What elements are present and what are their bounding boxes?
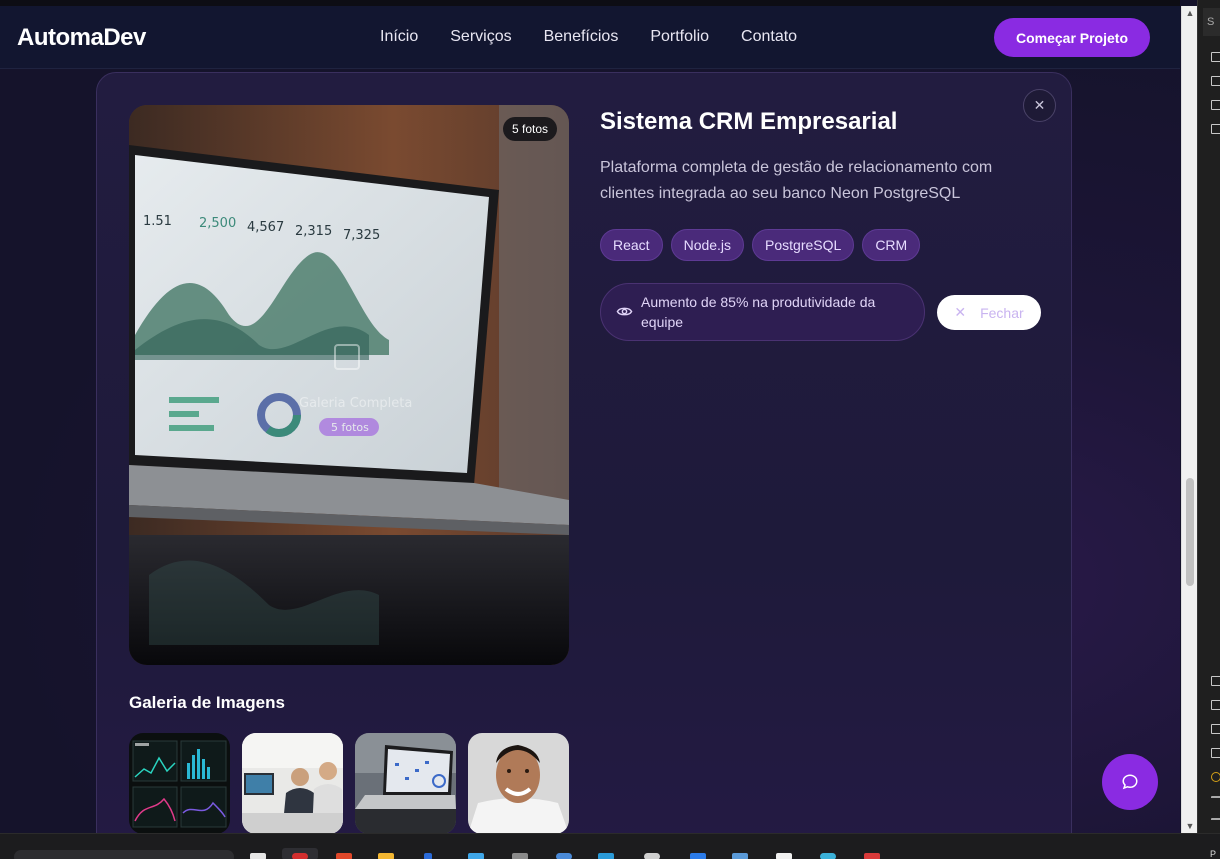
scroll-up-arrow-icon[interactable]: ▲	[1185, 8, 1195, 18]
close-button-label: Fechar	[980, 304, 1024, 321]
laptop-dashboard-thumb-image	[355, 733, 456, 833]
nav-links: Início Serviços Benefícios Portfolio Con…	[380, 28, 797, 46]
nav-link-beneficios[interactable]: Benefícios	[544, 28, 619, 46]
gallery-thumb-developers[interactable]	[242, 733, 343, 833]
overlay-badge: 5 fotos	[331, 421, 369, 434]
dashboard-stat-1: 1.51	[143, 214, 172, 229]
taskbar-app-icon[interactable]	[644, 853, 660, 859]
taskbar-app-icon[interactable]	[820, 853, 836, 859]
folder-icon[interactable]	[1211, 676, 1220, 686]
taskbar-app-icon[interactable]	[776, 853, 792, 859]
folder-icon[interactable]	[1211, 52, 1220, 62]
folder-app-icon[interactable]	[378, 853, 394, 859]
chat-button[interactable]	[1102, 754, 1158, 810]
taskbar-app-icon[interactable]	[556, 853, 572, 859]
project-title: Sistema CRM Empresarial	[600, 108, 898, 135]
tag-react: React	[600, 229, 663, 261]
taskbar-app-icon[interactable]	[336, 853, 352, 859]
nav-link-servicos[interactable]: Serviços	[450, 28, 511, 46]
nav-link-contato[interactable]: Contato	[741, 28, 797, 46]
file-icon[interactable]	[1211, 748, 1220, 758]
result-text: Aumento de 85% na produtividade da equip…	[641, 294, 876, 330]
gallery-thumb-laptop[interactable]	[355, 733, 456, 833]
dashboard-stat-4: 2,315	[295, 224, 332, 239]
tag-postgresql: PostgreSQL	[752, 229, 855, 261]
taskbar-search[interactable]	[14, 850, 234, 859]
os-taskbar: P	[0, 833, 1220, 859]
list-file-icon[interactable]	[1211, 818, 1220, 824]
project-main-photo[interactable]: 1.51 2,500 4,567 2,315 7,325 Galeria Com…	[129, 105, 569, 665]
folder-icon[interactable]	[1211, 76, 1220, 86]
vscode-icon[interactable]	[690, 853, 706, 859]
overlay-text: Galeria Completa	[299, 396, 412, 411]
project-modal: ✕ 1.51 2,500 4,567 2,315 7,325 Galeria C…	[96, 72, 1072, 833]
tech-tags: React Node.js PostgreSQL CRM	[600, 229, 921, 261]
dashboard-stat-3: 4,567	[247, 220, 284, 235]
taskbar-app-icon[interactable]	[250, 853, 266, 859]
brand-logo[interactable]: AutomaDev	[17, 24, 146, 52]
start-project-button[interactable]: Começar Projeto	[994, 18, 1150, 57]
browser-viewport: AutomaDev Início Serviços Benefícios Por…	[0, 0, 1180, 833]
gallery-thumbnails	[129, 733, 569, 833]
eye-icon	[616, 307, 633, 316]
nav-link-inicio[interactable]: Início	[380, 28, 418, 46]
close-icon[interactable]: ✕	[1023, 89, 1056, 122]
dashboard-stat-5: 7,325	[343, 228, 380, 243]
file-explorer-panel: S	[1197, 0, 1220, 833]
laptop-dashboard-photo: 1.51 2,500 4,567 2,315 7,325 Galeria Com…	[129, 105, 569, 665]
folder-icon[interactable]	[1211, 700, 1220, 710]
taskbar-app-icon[interactable]	[424, 853, 432, 859]
analytics-screens-image	[129, 733, 230, 833]
project-description: Plataforma completa de gestão de relacio…	[600, 159, 993, 202]
chat-bubble-icon	[1122, 774, 1138, 790]
nav-link-portfolio[interactable]: Portfolio	[650, 28, 709, 46]
navbar: AutomaDev Início Serviços Benefícios Por…	[0, 6, 1180, 69]
opera-icon[interactable]	[292, 853, 308, 859]
smiling-man-portrait-image	[468, 733, 569, 833]
folder-icon[interactable]	[1211, 124, 1220, 134]
x-icon: ✕	[954, 304, 967, 320]
list-file-icon[interactable]	[1211, 796, 1220, 802]
folder-icon[interactable]	[1211, 724, 1220, 734]
scroll-down-arrow-icon[interactable]: ▼	[1185, 821, 1195, 831]
taskbar-app-icon[interactable]	[598, 853, 614, 859]
developers-office-image	[242, 733, 343, 833]
tag-crm: CRM	[862, 229, 921, 261]
dashboard-stat-2: 2,500	[199, 216, 236, 231]
folder-icon[interactable]	[1211, 100, 1220, 110]
explorer-search-input[interactable]: S	[1203, 8, 1220, 36]
scrollbar-thumb[interactable]	[1186, 478, 1194, 586]
close-button[interactable]: ✕ Fechar	[937, 295, 1041, 330]
taskbar-app-icon[interactable]	[732, 853, 748, 859]
taskbar-app-icon[interactable]	[468, 853, 484, 859]
taskbar-app-icon[interactable]	[512, 853, 528, 859]
settings-file-icon[interactable]	[1211, 772, 1220, 782]
tag-nodejs: Node.js	[670, 229, 745, 261]
result-badge: Aumento de 85% na produtividade da equip…	[600, 283, 925, 341]
vertical-scrollbar[interactable]: ▲ ▼	[1181, 6, 1197, 833]
taskbar-right-label: P	[1210, 849, 1217, 859]
gallery-thumb-portrait[interactable]	[468, 733, 569, 833]
taskbar-app-icon[interactable]	[864, 853, 880, 859]
gallery-thumb-analytics[interactable]	[129, 733, 230, 833]
gallery-title: Galeria de Imagens	[129, 693, 285, 712]
photo-count-badge: 5 fotos	[503, 117, 558, 141]
